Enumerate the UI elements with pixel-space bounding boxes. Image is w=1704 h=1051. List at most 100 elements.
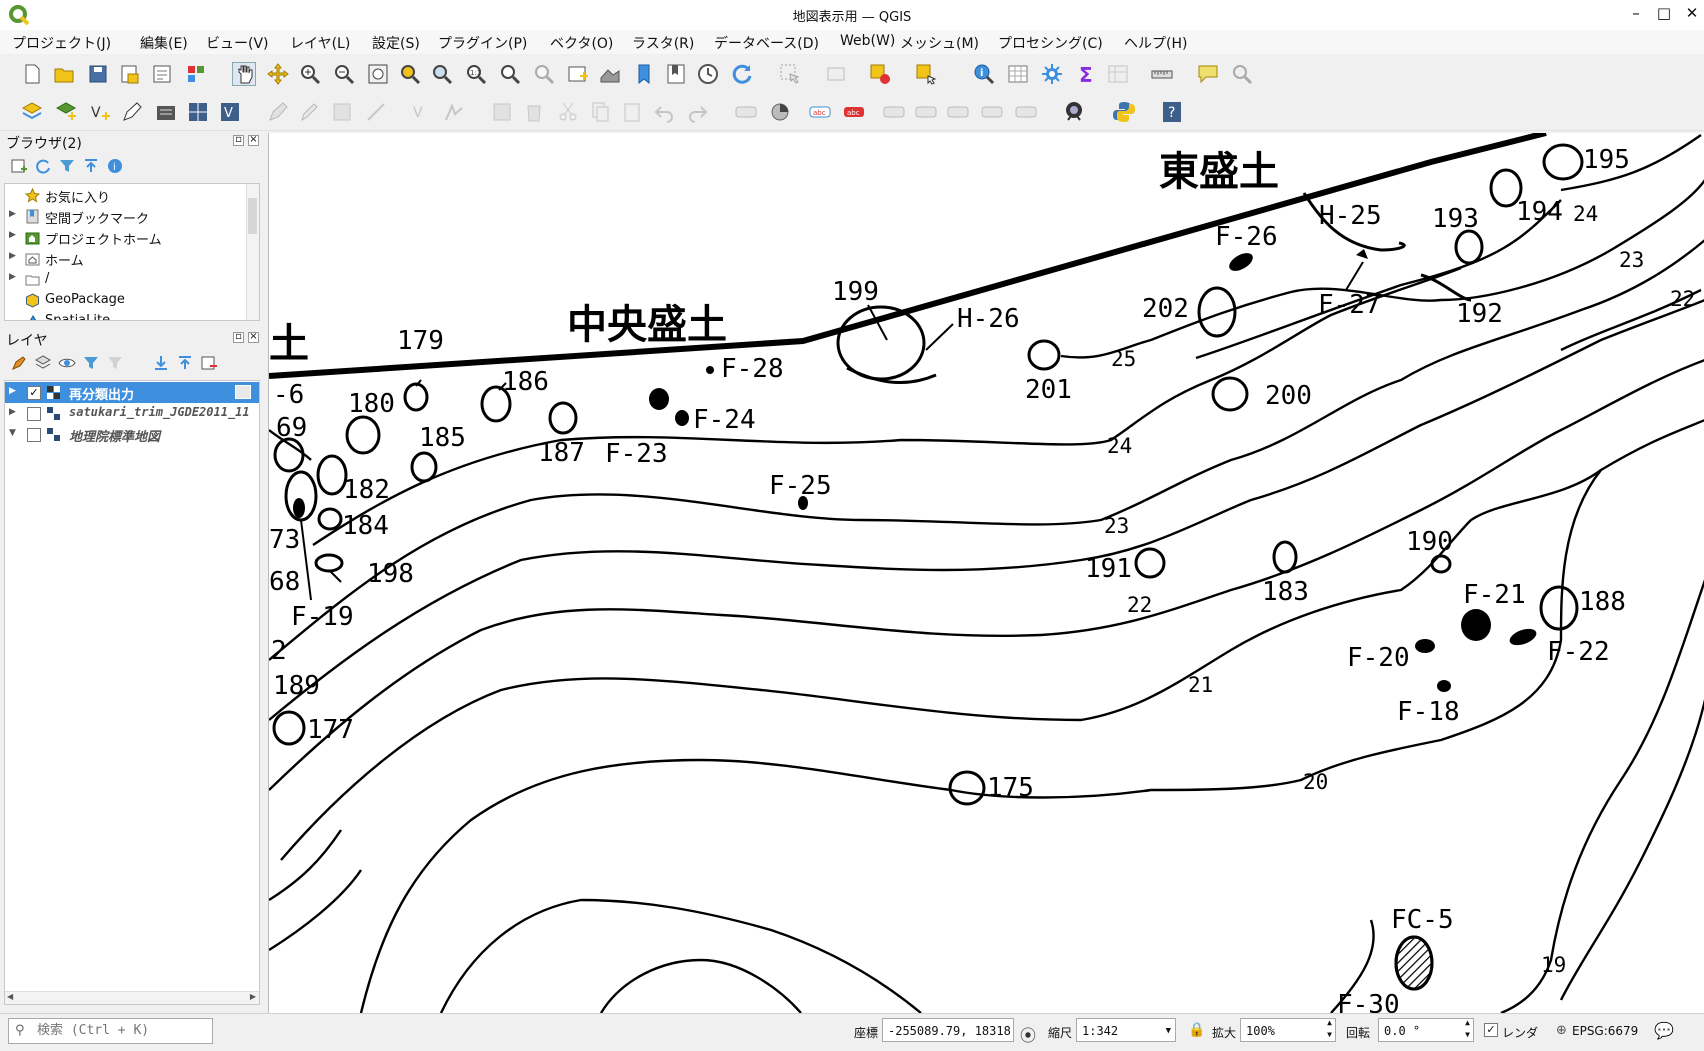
vertex-tool-icon[interactable]: V [410,100,434,124]
zoom-next-icon[interactable] [532,62,556,86]
collapse-all-icon[interactable] [176,354,194,372]
collapse-all-icon[interactable] [82,157,100,175]
measure-line-icon[interactable] [1150,62,1174,86]
expand-arrow-icon[interactable]: ▶ [9,386,16,396]
new-3d-view-icon[interactable] [598,62,622,86]
browser-item-root[interactable]: ▶ / [5,269,259,290]
menu-vector[interactable]: ベクタ(O) [550,33,613,53]
redo-icon[interactable] [686,100,710,124]
expand-arrow-icon[interactable]: ▶ [9,230,16,240]
map-tips-icon[interactable] [1196,62,1220,86]
current-edits-icon[interactable] [266,100,290,124]
panel-close-icon[interactable]: × [248,332,259,343]
label-properties-icon[interactable] [1014,100,1038,124]
label-move-icon[interactable] [914,100,938,124]
show-bookmarks-icon[interactable] [664,62,688,86]
browser-item-project-home[interactable]: ▶ プロジェクトホーム [5,227,259,248]
menu-raster[interactable]: ラスタ(R) [632,33,694,53]
add-mesh-icon[interactable] [186,100,210,124]
spinner-icon[interactable]: ▲ ▼ [1465,1019,1470,1041]
rotation-field[interactable]: 0.0 ° ▲ ▼ [1378,1018,1474,1042]
properties-info-icon[interactable]: i [106,157,124,175]
expand-all-icon[interactable] [152,354,170,372]
spinner-icon[interactable]: ▲ ▼ [1327,1019,1332,1041]
panel-float-icon[interactable]: ▫ [233,135,244,146]
open-project-icon[interactable] [52,62,76,86]
zoom-out-icon[interactable] [332,62,356,86]
expand-arrow-icon[interactable]: ▶ [9,251,16,261]
deselect-all-icon[interactable] [868,62,892,86]
coordinate-field[interactable]: -255089.79, 18318.45 [882,1018,1014,1042]
identify-features-icon[interactable]: i [972,62,996,86]
panel-close-icon[interactable]: × [248,135,259,146]
add-group-icon[interactable] [34,354,52,372]
data-source-manager-icon[interactable] [20,100,44,124]
visibility-eye-icon[interactable] [58,354,76,372]
menu-edit[interactable]: 編集(E) [140,33,188,53]
multi-edit-icon[interactable] [490,100,514,124]
pan-hand-icon[interactable] [232,62,256,86]
processing-toolbox-icon[interactable] [1040,62,1064,86]
filter-legend-icon[interactable] [82,354,100,372]
browser-item-geopackage[interactable]: GeoPackage [5,290,259,311]
select-features-icon[interactable] [778,62,802,86]
statistical-summary-icon[interactable]: Σ [1074,62,1098,86]
label-tool-icon[interactable] [734,100,758,124]
layer-visibility-checkbox[interactable] [27,428,41,442]
help-icon[interactable]: ? [1160,100,1184,124]
add-vector-layer-icon[interactable] [54,100,78,124]
locator-search-box[interactable]: ⚲ [8,1018,213,1044]
field-calculator-icon[interactable] [1106,62,1130,86]
menu-plugins[interactable]: プラグイン(P) [438,33,527,53]
label-rotate-icon[interactable] [946,100,970,124]
new-project-icon[interactable] [20,62,44,86]
menu-view[interactable]: ビュー(V) [206,33,269,53]
crs-globe-icon[interactable]: ⊕ [1556,1023,1567,1038]
menu-web[interactable]: Web(W) [840,33,895,49]
new-bookmark-icon[interactable] [632,62,656,86]
zoom-full-icon[interactable] [366,62,390,86]
digitize-icon[interactable] [120,100,144,124]
new-map-view-icon[interactable] [566,62,590,86]
add-selected-layers-icon[interactable] [10,157,28,175]
close-button[interactable]: ✕ [1680,4,1704,22]
zoom-in-icon[interactable] [298,62,322,86]
browser-scrollbar[interactable] [246,184,259,320]
style-manager-icon[interactable] [184,62,208,86]
browser-item-home[interactable]: ▶ ホーム [5,248,259,269]
layer-item-gsi-standard-map[interactable]: ▼ 地理院標準地図 [5,424,259,445]
chevron-down-icon[interactable]: ▼ [1166,1019,1171,1041]
add-wms-icon[interactable] [154,100,178,124]
diagram-tool-icon[interactable] [768,100,792,124]
magnifier-field[interactable]: 100% ▲ ▼ [1240,1018,1336,1042]
label-show-hide-icon[interactable] [882,100,906,124]
style-dock-icon[interactable] [10,354,28,372]
modify-attributes-icon[interactable] [442,100,466,124]
print-layout-icon[interactable] [150,62,174,86]
scale-field[interactable]: 1:342 ▼ [1076,1018,1176,1042]
locator-search-icon[interactable] [1230,62,1254,86]
browser-item-spatialite[interactable]: SpatiaLite [5,311,259,320]
locator-search-input[interactable] [35,1022,209,1039]
attribute-table-icon[interactable] [1006,62,1030,86]
menu-layer[interactable]: レイヤ(L) [290,33,350,53]
pan-to-selection-icon[interactable] [266,62,290,86]
save-edits-icon[interactable] [330,100,354,124]
select-location-icon[interactable] [914,62,938,86]
zoom-to-layer-icon[interactable] [430,62,454,86]
messages-icon[interactable]: 💬 [1654,1021,1674,1040]
remove-layer-icon[interactable] [200,354,218,372]
toggle-extents-icon[interactable]: ⦿ [1020,1022,1036,1046]
maximize-button[interactable]: □ [1652,4,1676,22]
add-feature-icon[interactable] [364,100,388,124]
add-raster-layer-icon[interactable]: V [88,100,112,124]
zoom-to-selection-icon[interactable] [398,62,422,86]
panel-float-icon[interactable]: ▫ [233,332,244,343]
expand-arrow-icon[interactable]: ▶ [9,407,16,417]
cut-features-icon[interactable] [556,100,580,124]
menu-help[interactable]: ヘルプ(H) [1124,33,1187,53]
render-checkbox[interactable]: ✓ [1484,1023,1498,1037]
layer-tree-hscrollbar[interactable]: ◀ ▶ [5,991,259,1004]
zoom-native-icon[interactable]: 1:1 [464,62,488,86]
crs-label[interactable]: EPSG:6679 [1572,1024,1638,1038]
